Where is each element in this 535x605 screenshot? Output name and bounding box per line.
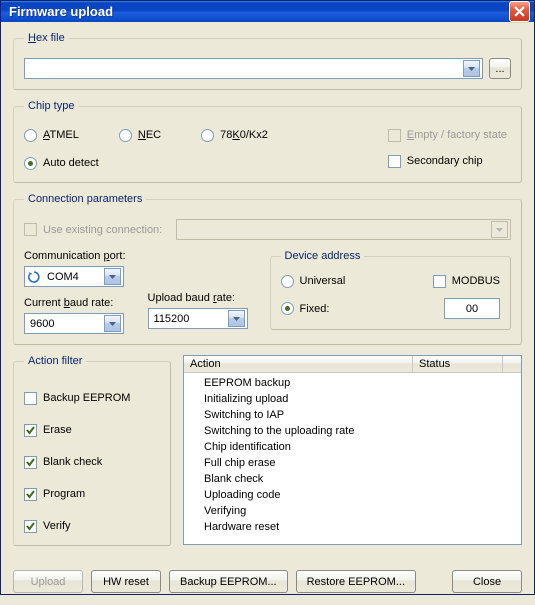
check-verify[interactable]: Verify xyxy=(24,517,160,535)
chevron-down-icon[interactable] xyxy=(463,60,480,77)
col-action[interactable]: Action xyxy=(184,356,413,372)
check-backup-eeprom[interactable]: Backup EEPROM xyxy=(24,389,160,407)
check-modbus[interactable]: MODBUS xyxy=(433,272,500,290)
col-status[interactable]: Status xyxy=(413,356,503,372)
action-text: Uploading code xyxy=(204,489,521,501)
action-list[interactable]: Action Status EEPROM backup Initializing … xyxy=(183,355,522,545)
current-baud-combo[interactable]: 9600 xyxy=(24,313,124,334)
chevron-down-icon[interactable] xyxy=(228,310,245,327)
upload-baud-label: Upload baud rate: xyxy=(148,292,248,304)
action-text: Verifying xyxy=(204,505,521,517)
comm-port-combo[interactable]: COM4 xyxy=(24,266,124,287)
hex-file-combo[interactable] xyxy=(24,58,483,79)
action-text: EEPROM backup xyxy=(204,377,521,389)
chevron-down-icon[interactable] xyxy=(104,268,121,285)
list-item[interactable]: Switching to IAP xyxy=(184,407,521,423)
connection-parameters-group: Connection parameters Use existing conne… xyxy=(13,193,522,345)
close-button[interactable]: Close xyxy=(452,570,522,593)
action-text: Blank check xyxy=(204,473,521,485)
client-area: Hex file ... Chip type ATMEL NEC xyxy=(1,22,534,605)
list-item[interactable]: Hardware reset xyxy=(184,519,521,535)
chevron-down-icon xyxy=(491,221,508,238)
existing-connection-combo xyxy=(176,219,511,240)
close-icon[interactable] xyxy=(509,1,530,22)
radio-nec[interactable]: NEC xyxy=(119,126,161,144)
action-filter-legend: Action filter xyxy=(24,355,86,367)
device-address-legend: Device address xyxy=(281,250,365,262)
window-title: Firmware upload xyxy=(9,4,509,19)
check-blank-check[interactable]: Blank check xyxy=(24,453,160,471)
list-item[interactable]: Verifying xyxy=(184,503,521,519)
check-secondary-chip[interactable]: Secondary chip xyxy=(388,152,507,170)
hex-file-group: Hex file ... xyxy=(13,32,522,90)
radio-auto-detect[interactable]: Auto detect xyxy=(24,154,99,172)
list-item[interactable]: Chip identification xyxy=(184,439,521,455)
chip-type-group: Chip type ATMEL NEC 78K0/Kx2 Auto detect xyxy=(13,100,522,183)
list-item[interactable]: Initializing upload xyxy=(184,391,521,407)
restore-eeprom-button[interactable]: Restore EEPROM... xyxy=(296,570,416,593)
action-text: Initializing upload xyxy=(204,393,521,405)
upload-button[interactable]: Upload xyxy=(13,570,83,593)
browse-button[interactable]: ... xyxy=(489,58,511,79)
check-empty-factory: Empty / factory state xyxy=(388,126,507,144)
fixed-address-input[interactable] xyxy=(444,298,500,319)
hw-reset-button[interactable]: HW reset xyxy=(91,570,161,593)
list-item[interactable]: Full chip erase xyxy=(184,455,521,471)
titlebar: Firmware upload xyxy=(1,1,534,22)
check-erase[interactable]: Erase xyxy=(24,421,160,439)
action-list-header: Action Status xyxy=(184,356,521,373)
firmware-upload-dialog: Firmware upload Hex file ... Chip type xyxy=(0,0,535,595)
refresh-icon[interactable] xyxy=(27,270,41,284)
list-item[interactable]: Blank check xyxy=(184,471,521,487)
radio-78k0[interactable]: 78K0/Kx2 xyxy=(201,126,268,144)
action-text: Switching to IAP xyxy=(204,409,521,421)
action-filter-group: Action filter Backup EEPROM Erase Blank … xyxy=(13,355,171,546)
radio-universal[interactable]: Universal xyxy=(281,272,346,290)
check-use-existing: Use existing connection: xyxy=(24,221,162,239)
device-address-group: Device address Universal MODBUS xyxy=(270,250,511,330)
backup-eeprom-button[interactable]: Backup EEPROM... xyxy=(169,570,288,593)
col-spacer xyxy=(503,356,521,372)
action-text: Hardware reset xyxy=(204,521,521,533)
chip-type-legend: Chip type xyxy=(24,100,78,112)
action-text: Full chip erase xyxy=(204,457,521,469)
current-baud-label: Current baud rate: xyxy=(24,297,126,309)
action-text: Switching to the uploading rate xyxy=(204,425,521,437)
upload-baud-combo[interactable]: 115200 xyxy=(148,308,248,329)
list-item[interactable]: EEPROM backup xyxy=(184,375,521,391)
chevron-down-icon[interactable] xyxy=(104,315,121,332)
radio-fixed[interactable]: Fixed: xyxy=(281,300,330,318)
radio-atmel[interactable]: ATMEL xyxy=(24,126,79,144)
list-item[interactable]: Switching to the uploading rate xyxy=(184,423,521,439)
list-item[interactable]: Uploading code xyxy=(184,487,521,503)
check-program[interactable]: Program xyxy=(24,485,160,503)
hex-file-legend: Hex file xyxy=(24,32,69,44)
connection-parameters-legend: Connection parameters xyxy=(24,193,146,205)
comm-port-label: Communication port: xyxy=(24,250,126,262)
action-text: Chip identification xyxy=(204,441,521,453)
